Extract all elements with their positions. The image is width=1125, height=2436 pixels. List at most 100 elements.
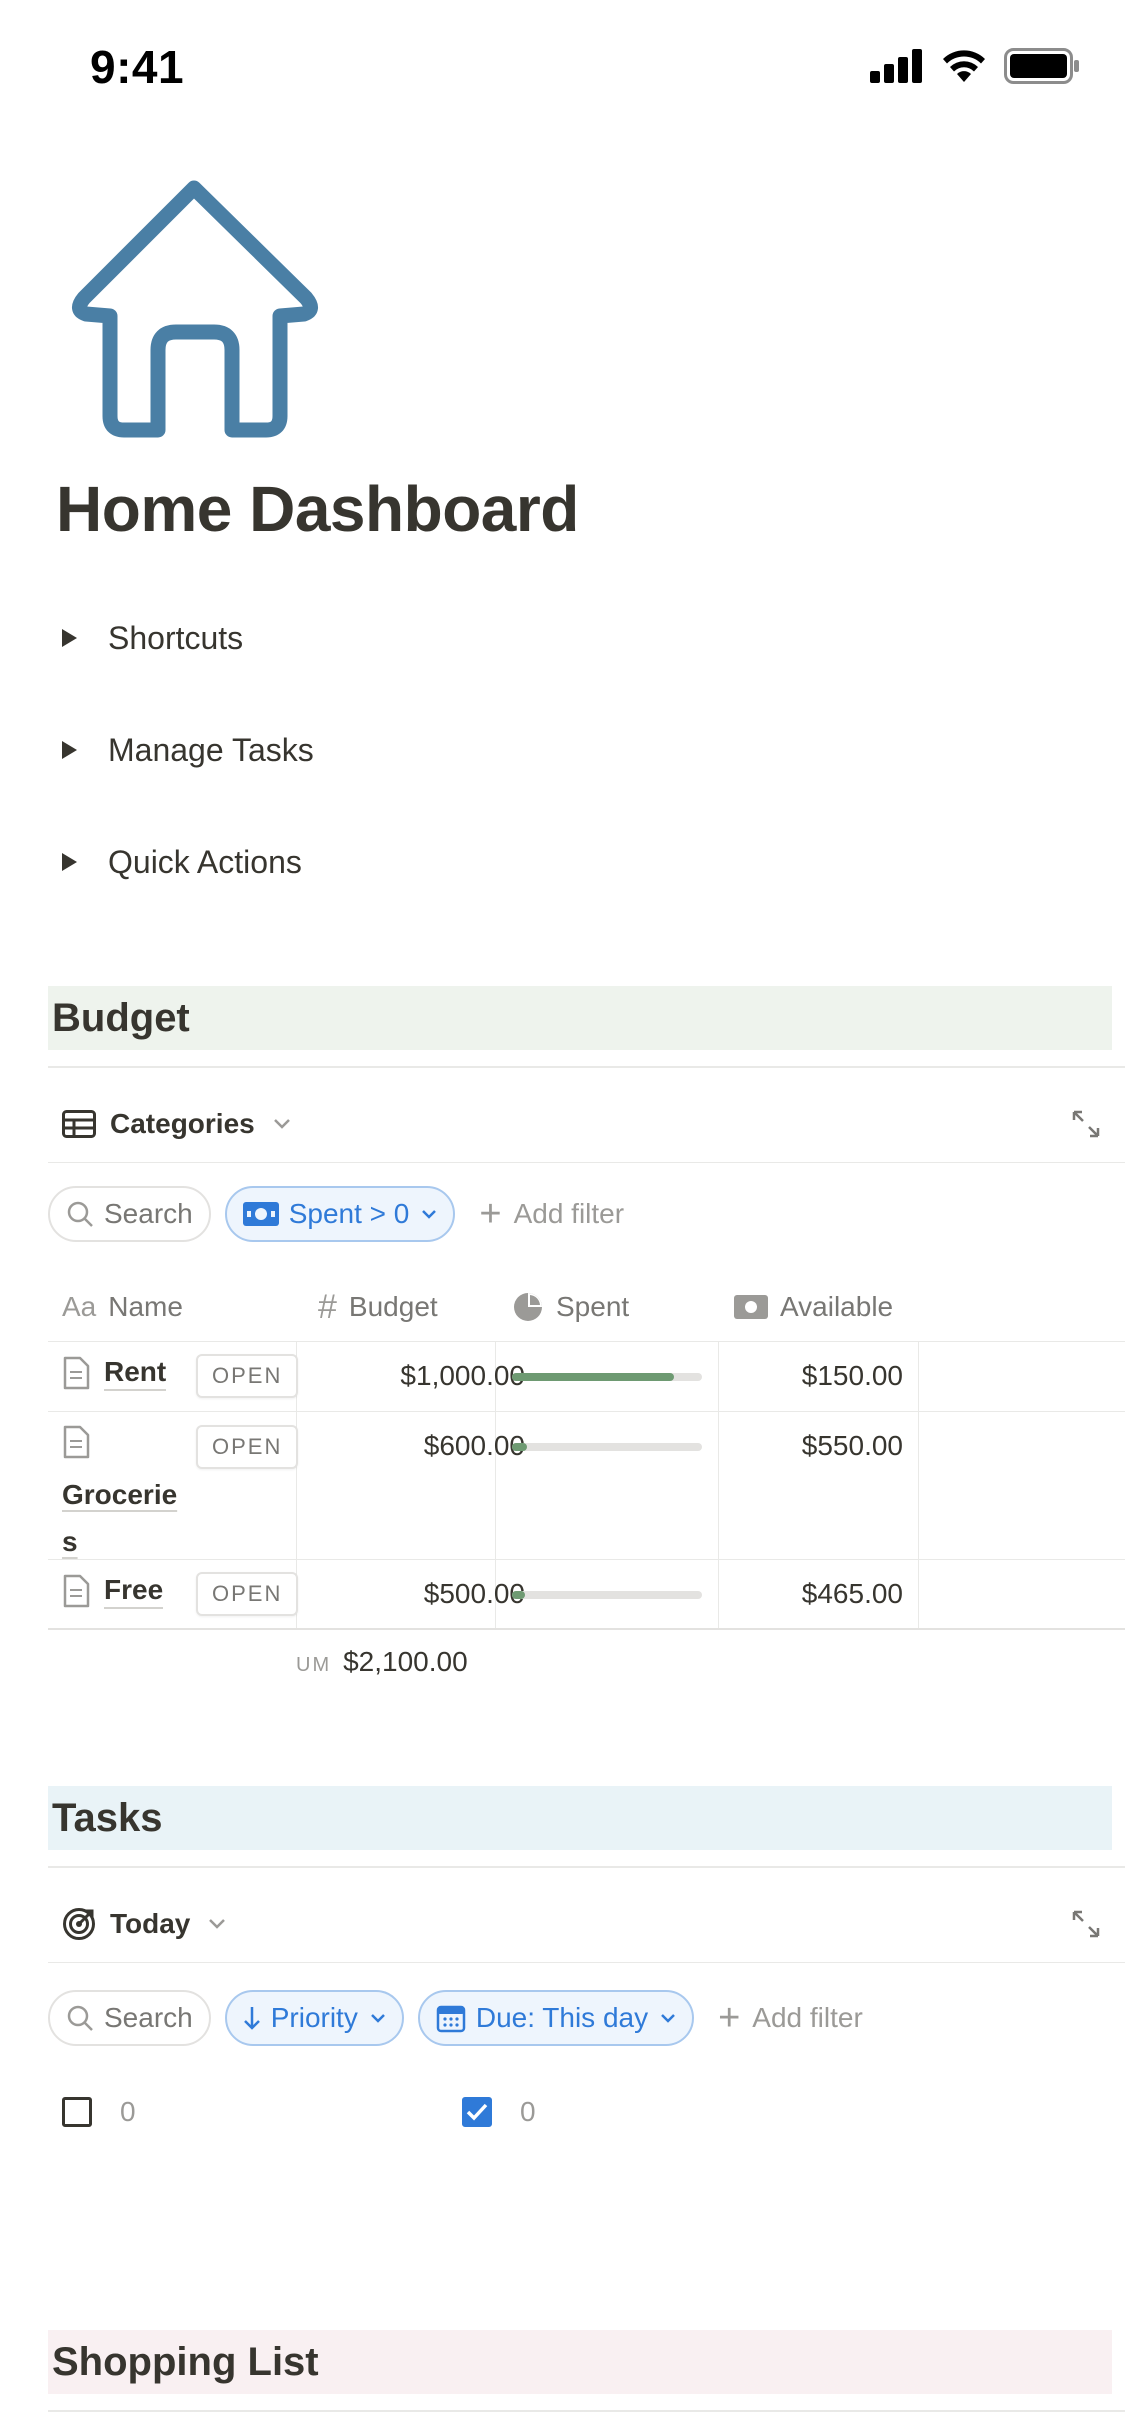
divider (48, 1162, 1125, 1163)
shopping-list-heading-text: Shopping List (52, 2339, 319, 2384)
budget-search-button[interactable]: Search (48, 1186, 211, 1242)
page-title: Home Dashboard (56, 473, 579, 545)
plus-icon: + (479, 1193, 502, 1235)
checked-group[interactable]: 0 (462, 2096, 536, 2128)
tasks-search-button[interactable]: Search (48, 1990, 211, 2046)
column-divider (918, 1342, 919, 1411)
sort-label: Priority (270, 2002, 358, 2033)
column-header-label: Available (780, 1291, 894, 1322)
unchecked-checkbox[interactable] (62, 2097, 92, 2127)
chevron-down-icon (370, 2014, 385, 2023)
chevron-down-icon (422, 1210, 437, 1219)
toggle-shortcuts[interactable]: Shortcuts (62, 608, 243, 668)
available-value: $150.00 (801, 1360, 903, 1391)
budget-filter-bar: Search Spent > 0 + Add filter (48, 1186, 624, 1242)
toggle-label: Quick Actions (108, 843, 302, 880)
column-header-available[interactable]: Available (734, 1272, 893, 1342)
status-time: 9:41 (90, 41, 185, 93)
row-name-cell[interactable]: Free OPEN (62, 1572, 299, 1616)
add-filter-label: Add filter (513, 1198, 625, 1229)
column-divider (718, 1342, 719, 1411)
tasks-view-selector[interactable]: Today (62, 1907, 226, 1941)
budget-value: $600.00 (423, 1430, 525, 1461)
search-icon (67, 2005, 93, 2031)
table-row[interactable]: Groceries OPEN $600.00 $550.00 (48, 1412, 1125, 1560)
target-icon (63, 1908, 95, 1940)
table-row[interactable]: Rent OPEN $1,000.00 $150.00 (48, 1342, 1125, 1412)
arrow-down-icon (243, 2007, 260, 2030)
expand-icon[interactable] (1070, 1108, 1102, 1140)
budget-heading: Budget (48, 986, 1112, 1050)
search-icon (67, 1201, 93, 1227)
column-divider (718, 1560, 719, 1628)
expand-icon[interactable] (1070, 1908, 1102, 1940)
row-name-cell[interactable]: Rent OPEN (62, 1354, 299, 1398)
divider (48, 2410, 1125, 2412)
checkmark-icon (466, 2103, 488, 2121)
available-value: $550.00 (801, 1430, 903, 1461)
wifi-icon (943, 50, 985, 82)
budget-value: $1,000.00 (400, 1360, 525, 1391)
unchecked-count: 0 (120, 2096, 136, 2127)
chevron-down-icon (273, 1119, 290, 1129)
checked-checkbox[interactable] (462, 2097, 492, 2127)
row-name[interactable]: Free (104, 1573, 164, 1609)
budget-view-bar: Categories (48, 1078, 1112, 1170)
page: 9:41 Home Dashboard Shortcuts Manage Tas… (0, 0, 1125, 2436)
due-filter-label: Due: This day (475, 2002, 649, 2033)
unchecked-group[interactable]: 0 (62, 2096, 136, 2128)
spent-filter-chip[interactable]: Spent > 0 (224, 1186, 456, 1242)
text-property-icon: Aa (62, 1291, 97, 1322)
column-header-label: Budget (348, 1291, 438, 1322)
tasks-add-filter-button[interactable]: + Add filter (718, 1999, 863, 2037)
sum-label: UM (296, 1654, 332, 1676)
toggle-triangle-icon (62, 853, 77, 871)
table-row[interactable]: Free OPEN $500.00 $465.00 (48, 1560, 1125, 1630)
cellular-signal-icon (870, 49, 922, 83)
toggle-label: Shortcuts (108, 619, 244, 656)
column-header-spent[interactable]: Spent (512, 1272, 629, 1342)
status-icons (870, 48, 1080, 84)
add-filter-label: Add filter (752, 2002, 863, 2033)
row-name[interactable]: Groceries (62, 1479, 177, 1557)
tasks-heading-text: Tasks (52, 1795, 163, 1840)
due-filter-chip[interactable]: Due: This day (417, 1990, 695, 2046)
column-header-label: Name (108, 1291, 183, 1322)
toggle-label: Manage Tasks (108, 731, 314, 768)
divider (48, 1066, 1125, 1068)
chevron-down-icon (661, 2014, 675, 2023)
spent-progress-bar (512, 1591, 702, 1599)
budget-sum[interactable]: UM $2,100.00 (296, 1646, 468, 1678)
column-divider (918, 1560, 919, 1628)
row-name[interactable]: Rent (104, 1355, 167, 1391)
priority-sort-chip[interactable]: Priority (224, 1990, 404, 2046)
toggle-manage-tasks[interactable]: Manage Tasks (62, 720, 314, 780)
open-button[interactable]: OPEN (196, 1354, 299, 1398)
spent-progress-fill (512, 1443, 528, 1451)
page-icon (63, 1356, 90, 1390)
open-button[interactable]: OPEN (196, 1425, 299, 1469)
chevron-down-icon (209, 1919, 226, 1929)
sum-value: $2,100.00 (343, 1646, 468, 1677)
spent-progress-bar (512, 1373, 702, 1381)
toggle-triangle-icon (62, 629, 77, 647)
divider (48, 1962, 1125, 1963)
budget-add-filter-button[interactable]: + Add filter (479, 1195, 624, 1233)
toggle-quick-actions[interactable]: Quick Actions (62, 832, 302, 892)
column-header-name[interactable]: Aa Name (62, 1272, 183, 1342)
column-header-budget[interactable]: # Budget (318, 1272, 438, 1342)
row-name-cell[interactable]: Groceries OPEN (62, 1425, 299, 1568)
open-button[interactable]: OPEN (196, 1572, 299, 1616)
calendar-icon (436, 2005, 466, 2033)
table-icon (62, 1110, 96, 1138)
spent-progress-fill (512, 1373, 674, 1381)
budget-view-selector[interactable]: Categories (62, 1108, 291, 1140)
plus-icon: + (718, 1997, 741, 2039)
checked-count: 0 (520, 2096, 536, 2127)
battery-icon (1004, 48, 1079, 84)
budget-heading-text: Budget (52, 995, 190, 1040)
view-name: Categories (110, 1108, 255, 1139)
tasks-filter-bar: Search Priority Due: This day + Add filt… (48, 1990, 863, 2046)
status-bar: 9:41 (0, 0, 1125, 135)
number-property-icon: # (318, 1287, 337, 1326)
